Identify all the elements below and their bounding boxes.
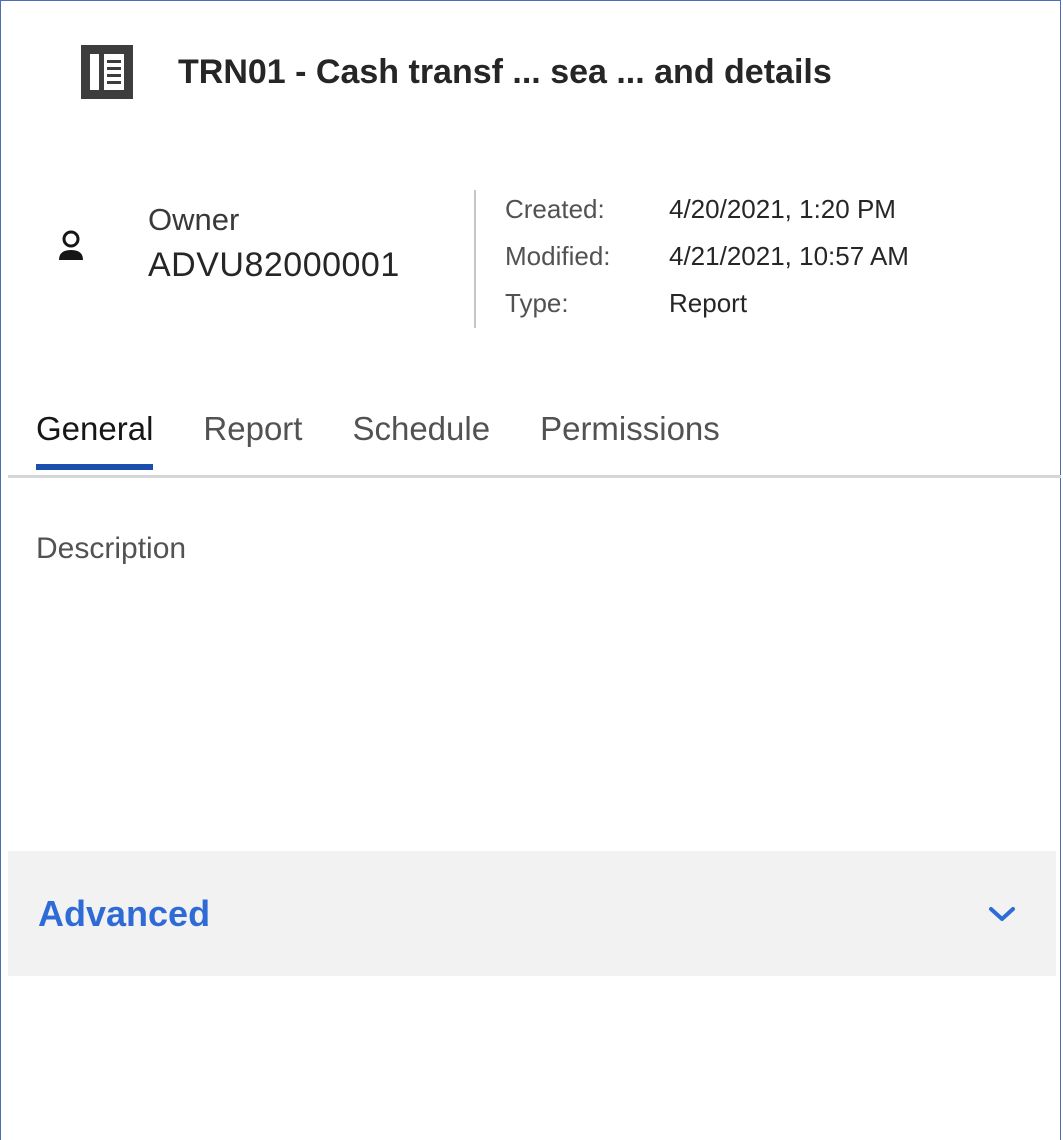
tab-permissions[interactable]: Permissions [540,400,720,478]
chevron-down-icon[interactable] [984,899,1020,929]
page-title: TRN01 - Cash transf ... sea ... and deta… [178,52,832,91]
description-label: Description [36,532,187,565]
panel-header: TRN01 - Cash transf ... sea ... and deta… [78,42,832,102]
tab-bar-divider [8,475,1061,478]
tab-report[interactable]: Report [203,400,302,478]
advanced-section-toggle[interactable]: Advanced [8,851,1056,976]
meta-row-created: Created: 4/20/2021, 1:20 PM [505,186,909,233]
owner-info: Owner ADVU82000001 [56,200,400,290]
meta-key: Modified: [505,241,611,271]
divider [474,190,476,328]
meta-value: 4/20/2021, 1:20 PM [669,194,896,224]
tab-general[interactable]: General [36,400,154,478]
meta-row-modified: Modified: 4/21/2021, 10:57 AM [505,233,909,280]
meta-key: Type: [505,288,569,318]
meta-value: 4/21/2021, 10:57 AM [669,241,909,271]
meta-row-type: Type: Report [505,280,909,327]
owner-label: Owner [148,202,240,237]
metadata-list: Created: 4/20/2021, 1:20 PM Modified: 4/… [505,186,909,327]
meta-value: Report [669,288,748,318]
report-icon [78,42,136,102]
owner-value: ADVU82000001 [148,246,400,284]
user-icon [56,230,86,266]
tab-schedule[interactable]: Schedule [352,400,490,478]
meta-key: Created: [505,194,605,224]
tab-bar: General Report Schedule Permissions [36,400,770,478]
advanced-label: Advanced [38,892,211,934]
